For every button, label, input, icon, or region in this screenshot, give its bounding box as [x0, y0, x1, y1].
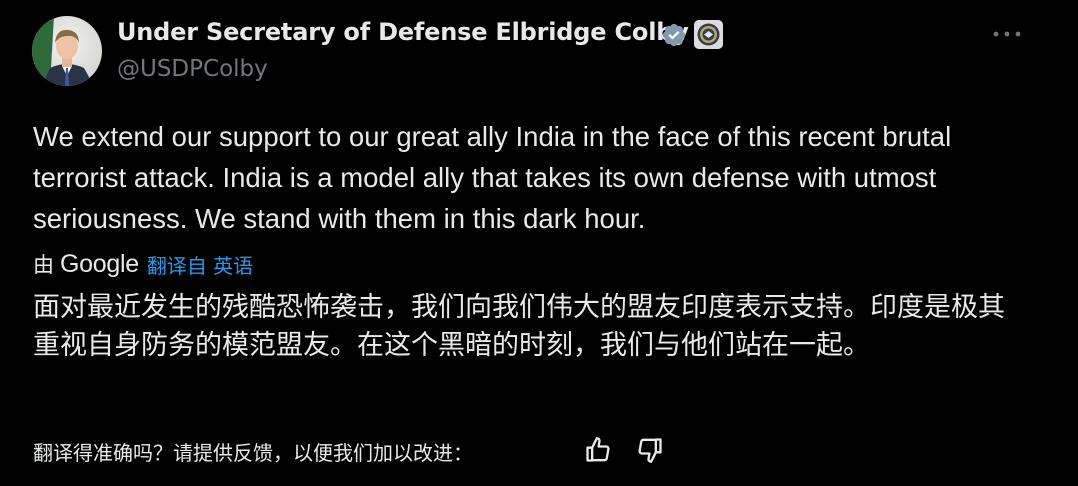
tweet-card: Under Secretary of Defense Elbridge Colb…	[0, 0, 1078, 486]
translation-attribution: 由 Google 翻译自 英语	[33, 249, 253, 279]
verified-badge-icon[interactable]	[661, 22, 687, 48]
dod-seal-badge-icon[interactable]	[694, 20, 723, 49]
avatar-photo	[32, 16, 102, 86]
more-horizontal-icon[interactable]	[990, 22, 1024, 46]
thumbs-up-icon[interactable]	[584, 436, 612, 464]
dod-seal-graphic	[694, 20, 723, 49]
thumbs-down-icon[interactable]	[636, 436, 664, 464]
tweet-text: We extend our support to our great ally …	[33, 121, 952, 234]
translated-text: 面对最近发生的残酷恐怖袭击，我们向我们伟大的盟友印度表示支持。印度是极其重视自身…	[33, 292, 1005, 361]
translation-feedback-prompt: 翻译得准确吗？请提供反馈，以便我们加以改进：	[33, 441, 473, 465]
author-display-name[interactable]: Under Secretary of Defense Elbridge Colb…	[117, 18, 689, 46]
avatar[interactable]	[32, 16, 102, 86]
translated-by-prefix: 由	[33, 253, 54, 277]
google-logo: Google	[60, 249, 139, 278]
translated-from-link[interactable]: 翻译自 英语	[147, 254, 253, 278]
author-handle[interactable]: @USDPColby	[117, 56, 268, 82]
